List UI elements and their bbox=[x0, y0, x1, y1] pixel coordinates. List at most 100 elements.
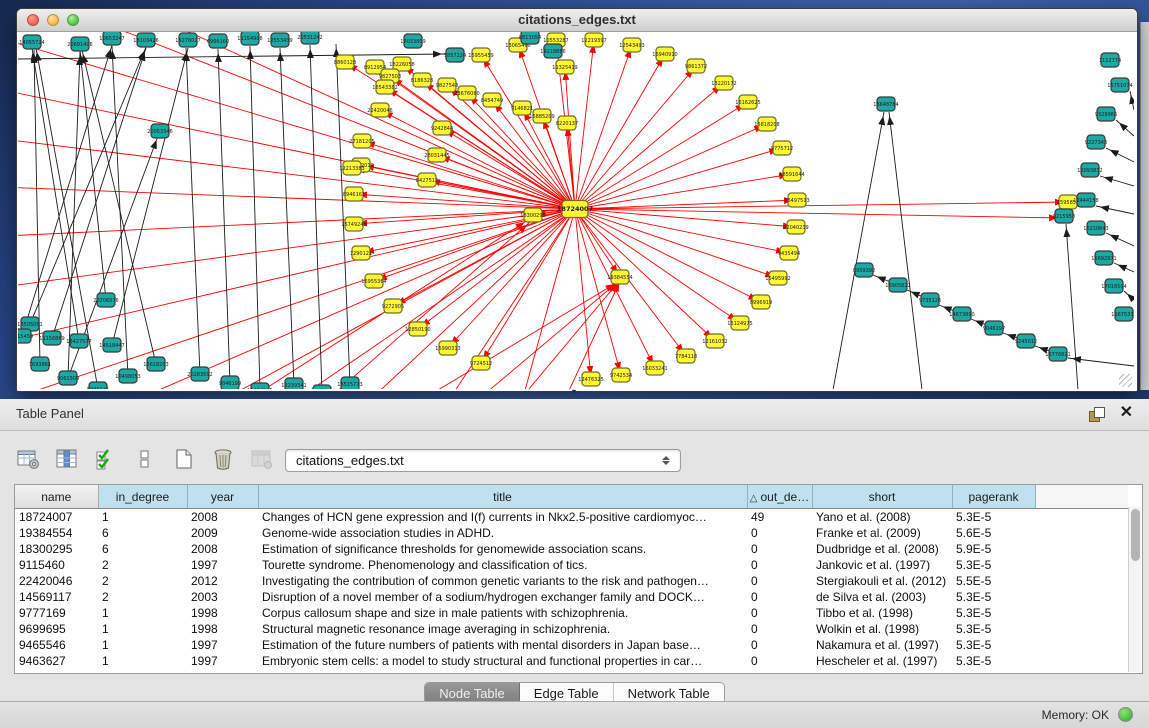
table-row[interactable]: 1830029562008Estimation of significance … bbox=[15, 541, 1128, 557]
window-titlebar[interactable]: citations_edges.txt bbox=[17, 9, 1137, 32]
graph-node[interactable]: 9861372 bbox=[685, 59, 707, 73]
graph-node[interactable]: 28031445 bbox=[424, 148, 449, 162]
graph-node[interactable]: 8825036 bbox=[311, 385, 333, 389]
graph-node[interactable]: 12543493 bbox=[619, 38, 644, 52]
graph-node[interactable]: 20283592 bbox=[187, 367, 212, 381]
scrollbar-thumb[interactable] bbox=[1131, 509, 1140, 561]
graph-node[interactable]: 16543382 bbox=[372, 80, 397, 94]
graph-node[interactable]: 8220137 bbox=[556, 116, 578, 130]
float-panel-icon[interactable] bbox=[1089, 407, 1105, 422]
vertical-scrollbar[interactable] bbox=[1128, 507, 1141, 672]
graph-node[interactable]: 8215953 bbox=[1053, 209, 1075, 223]
column-header-short[interactable]: short bbox=[812, 485, 952, 509]
graph-node[interactable]: 7857224 bbox=[444, 48, 466, 62]
graph-node[interactable]: 20691406 bbox=[67, 37, 92, 51]
resize-grip-icon[interactable] bbox=[1119, 374, 1132, 387]
graph-node[interactable]: 9742534 bbox=[610, 368, 632, 382]
graph-node[interactable]: 17016504 bbox=[1101, 279, 1126, 293]
graph-node[interactable]: 16497513 bbox=[784, 193, 809, 207]
graph-node[interactable]: 12093832 bbox=[1077, 163, 1102, 177]
panel-splitter-handle[interactable]: ▾ bbox=[568, 388, 580, 396]
row-tools-icon[interactable] bbox=[131, 445, 159, 473]
graph-node[interactable]: 9061509 bbox=[57, 371, 79, 385]
graph-node[interactable]: 15276027 bbox=[175, 33, 200, 47]
graph-node[interactable]: 12219397 bbox=[581, 33, 606, 47]
graph-node[interactable]: 27181205 bbox=[349, 134, 374, 148]
column-header-title[interactable]: title bbox=[258, 485, 747, 509]
table-row[interactable]: 2242004622012Investigating the contribut… bbox=[15, 573, 1128, 589]
hub-node[interactable]: 18724007 bbox=[557, 201, 593, 218]
graph-node[interactable]: 19218886 bbox=[540, 44, 565, 58]
network-canvas[interactable]: 1872400718300295193845541595853105532871… bbox=[18, 32, 1134, 389]
graph-node[interactable]: 13427577 bbox=[66, 334, 91, 348]
graph-node[interactable]: 23676080 bbox=[454, 86, 479, 100]
graph-node[interactable]: 14518447 bbox=[99, 338, 124, 352]
column-header-in_degree[interactable]: in_degree bbox=[98, 485, 187, 509]
graph-node[interactable]: 15885209 bbox=[529, 109, 554, 123]
table-row[interactable]: 911546021997Tourette syndrome. Phenomeno… bbox=[15, 557, 1128, 573]
table-row[interactable]: 946554611997Estimation of the future num… bbox=[15, 637, 1128, 653]
graph-node[interactable]: 22420046 bbox=[367, 103, 392, 117]
graph-node[interactable]: 9724512 bbox=[470, 356, 492, 370]
graph-node[interactable]: 8959392 bbox=[853, 263, 875, 277]
graph-node[interactable]: 1112174 bbox=[1099, 53, 1121, 67]
graph-node[interactable]: 16033241 bbox=[642, 361, 667, 375]
graph-node[interactable]: 16515773 bbox=[337, 377, 362, 389]
graph-node[interactable]: 8427512 bbox=[416, 173, 438, 187]
graph-node[interactable]: 14673890 bbox=[949, 307, 974, 321]
graph-node[interactable]: 16955364 bbox=[361, 274, 386, 288]
graph-node[interactable]: 11325419 bbox=[552, 60, 577, 74]
table-row[interactable]: 1938455462009Genome-wide association stu… bbox=[15, 525, 1128, 541]
graph-node[interactable]: 12213383 bbox=[339, 161, 364, 175]
graph-node[interactable]: 9227343 bbox=[1085, 135, 1107, 149]
graph-node[interactable]: 20206576 bbox=[93, 293, 118, 307]
delete-column-icon[interactable] bbox=[209, 445, 237, 473]
graph-node[interactable]: 9146821 bbox=[511, 101, 533, 115]
graph-node[interactable]: 12850190 bbox=[405, 322, 430, 336]
network-table-selector[interactable]: citations_edges.txt bbox=[285, 449, 681, 472]
table-options-icon[interactable] bbox=[14, 445, 42, 473]
graph-node[interactable]: 11154908 bbox=[237, 32, 262, 45]
graph-node[interactable]: 20053346 bbox=[147, 124, 172, 138]
graph-node[interactable]: 16162625 bbox=[735, 95, 760, 109]
column-header-out_de…[interactable]: △out_de… bbox=[747, 485, 812, 509]
graph-node[interactable]: 9046197 bbox=[983, 321, 1005, 335]
graph-node[interactable]: 16210643 bbox=[1083, 221, 1108, 235]
graph-node[interactable]: 12476325 bbox=[578, 372, 603, 386]
graph-node[interactable]: 8813054 bbox=[519, 32, 541, 44]
table-row[interactable]: 1872400712008Changes of HCN gene express… bbox=[15, 509, 1128, 526]
show-columns-icon[interactable] bbox=[53, 445, 81, 473]
graph-node[interactable]: 8990125 bbox=[87, 382, 109, 389]
graph-node[interactable]: 20531242 bbox=[297, 32, 322, 44]
graph-node[interactable]: 12161032 bbox=[702, 334, 727, 348]
column-header-pagerank[interactable]: pagerank bbox=[952, 485, 1035, 509]
graph-node[interactable]: 18591644 bbox=[779, 167, 804, 181]
graph-node[interactable]: 7693861 bbox=[29, 357, 51, 371]
graph-node[interactable]: 11675335 bbox=[1111, 307, 1134, 321]
graph-node[interactable]: 16776821 bbox=[1045, 347, 1070, 361]
select-columns-icon[interactable] bbox=[92, 445, 120, 473]
graph-node[interactable]: 15751074 bbox=[1107, 78, 1132, 92]
graph-node[interactable]: 19384554 bbox=[607, 270, 632, 284]
table-row[interactable]: 946362711997Embryonic stem cells: a mode… bbox=[15, 653, 1128, 669]
graph-node[interactable]: 15955459 bbox=[468, 48, 493, 62]
graph-node[interactable]: 9245012 bbox=[1015, 334, 1037, 348]
create-column-icon[interactable] bbox=[170, 445, 198, 473]
column-header-year[interactable]: year bbox=[187, 485, 258, 509]
graph-node[interactable]: 13220172 bbox=[711, 76, 736, 90]
graph-node[interactable]: 8996919 bbox=[750, 295, 772, 309]
graph-node[interactable]: 8860128 bbox=[334, 55, 356, 69]
graph-node[interactable]: 9272905 bbox=[382, 299, 404, 313]
graph-node[interactable]: 16033809 bbox=[400, 34, 425, 48]
graph-node[interactable]: 8186328 bbox=[411, 73, 433, 87]
citation-network-graph[interactable]: 1872400718300295193845541595853105532871… bbox=[18, 32, 1134, 389]
graph-node[interactable]: 9242844 bbox=[431, 121, 453, 135]
graph-node[interactable]: 22040239 bbox=[783, 220, 808, 234]
graph-node[interactable]: 14055724 bbox=[19, 35, 44, 49]
graph-node[interactable]: 18103426 bbox=[133, 33, 158, 47]
graph-node[interactable]: 16905822 bbox=[885, 278, 910, 292]
graph-node[interactable]: 11156889 bbox=[39, 331, 64, 345]
table-row[interactable]: 969969511998Structural magnetic resonanc… bbox=[15, 621, 1128, 637]
graph-node[interactable]: 10498053 bbox=[115, 369, 140, 383]
graph-node[interactable]: 6966160 bbox=[207, 34, 229, 48]
